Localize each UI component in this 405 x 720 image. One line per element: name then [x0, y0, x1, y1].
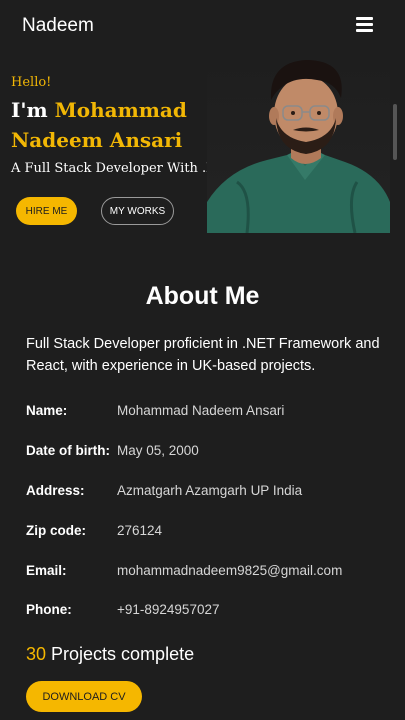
profile-photo-illustration [207, 52, 390, 233]
about-description: Full Stack Developer proficient in .NET … [26, 336, 380, 374]
hero-last-name: Nadeem Ansari [11, 128, 183, 152]
info-value-email[interactable]: mohammadnadeem9825@gmail.com [117, 563, 342, 578]
my-works-button[interactable]: MY WORKS [101, 197, 174, 225]
info-row-zip-code: Zip code: 276124 [26, 523, 386, 543]
info-label-date-of-birth: Date of birth: [26, 443, 110, 458]
info-row-phone: Phone: +91-8924957027 [26, 602, 386, 622]
projects-label: Projects complete [46, 644, 195, 664]
info-value-phone[interactable]: +91-8924957027 [117, 602, 219, 617]
info-label-email: Email: [26, 563, 67, 578]
info-label-address: Address: [26, 483, 85, 498]
hero-name-line-1: I'm Mohammad [11, 98, 187, 122]
info-label-zip-code: Zip code: [26, 523, 86, 538]
info-row-date-of-birth: Date of birth: May 05, 2000 [26, 443, 386, 463]
about-me-heading: About Me [145, 282, 260, 310]
projects-count: 30 [26, 644, 47, 664]
hero-first-name: Mohammad [54, 98, 187, 122]
hero-greeting: Hello! [11, 75, 52, 90]
brand-logo-text[interactable]: Nadeem [22, 15, 94, 37]
hamburger-menu-icon[interactable] [352, 15, 376, 37]
download-cv-button[interactable]: DOWNLOAD CV [26, 681, 142, 712]
info-row-address: Address: Azmatgarh Azamgarh UP India [26, 483, 386, 503]
hero-section: Hello! I'm Mohammad Nadeem Ansari A Full… [0, 52, 405, 234]
navbar: Nadeem [0, 0, 405, 52]
info-row-email: Email: mohammadnadeem9825@gmail.com [26, 563, 386, 583]
projects-complete: 30 Projects complete [26, 644, 194, 665]
info-label-phone: Phone: [26, 602, 72, 617]
info-value-address: Azmatgarh Azamgarh UP India [117, 483, 303, 498]
hero-intro-prefix: I'm [11, 98, 55, 122]
hero-tagline: A Full Stack Developer With .Net [11, 161, 231, 176]
info-value-name: Mohammad Nadeem Ansari [117, 403, 285, 418]
info-label-name: Name: [26, 403, 68, 418]
info-value-date-of-birth: May 05, 2000 [117, 443, 199, 458]
page-scrollbar-thumb[interactable] [393, 104, 397, 160]
info-value-zip-code: 276124 [117, 523, 163, 538]
profile-photo [207, 52, 390, 233]
info-row-name: Name: Mohammad Nadeem Ansari [26, 403, 386, 423]
hire-me-button[interactable]: HIRE ME [16, 197, 77, 225]
